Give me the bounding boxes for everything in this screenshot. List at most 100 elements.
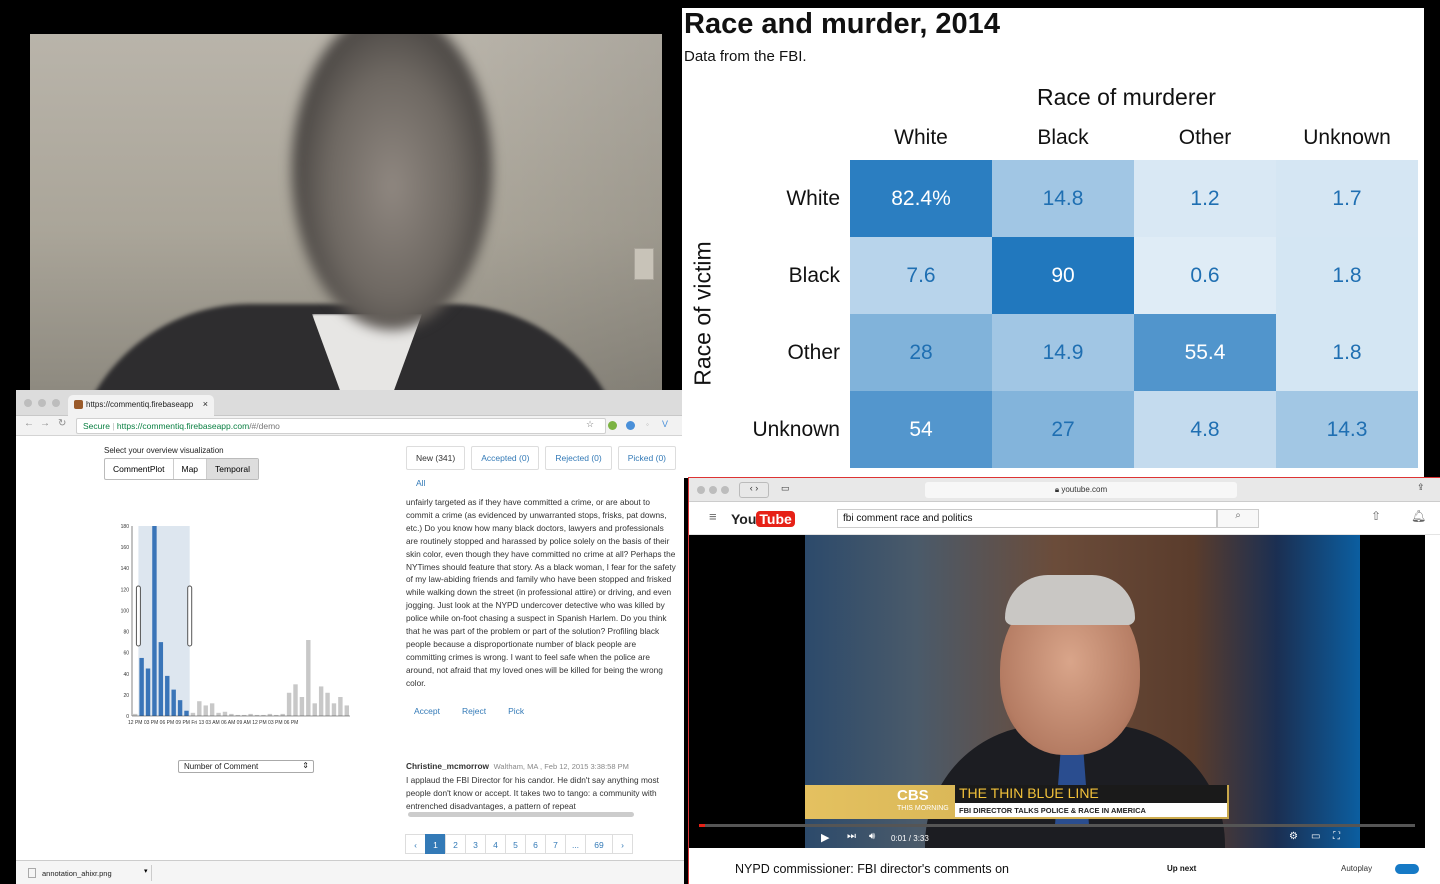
brush-handle[interactable] [187,585,193,647]
notifications-icon[interactable]: 🔔︎ [1411,509,1426,523]
page-4[interactable]: 4 [485,834,506,854]
play-icon[interactable]: ▶ [821,831,829,844]
metric-select[interactable]: Number of Comment ⇕ [178,760,314,773]
heatmap-cell: 82.4% [850,160,992,237]
tab-bar: https://commentiq.firebaseapp × [16,390,684,416]
minimize-dot-icon[interactable] [38,399,46,407]
page-prev[interactable]: ‹ [405,834,426,854]
scrollbar[interactable] [408,812,634,817]
chart-bar [158,642,164,716]
comment-actions: Accept Reject Pick [414,706,524,716]
pick-button[interactable]: Pick [508,706,524,716]
heatmap-cell: 54 [850,391,992,468]
logo-tube: Tube [756,511,795,527]
download-menu-icon[interactable]: ▾ [144,867,148,875]
page-69[interactable]: 69 [585,834,613,854]
page-3[interactable]: 3 [465,834,486,854]
page-1[interactable]: 1 [425,834,446,854]
temporal-chart[interactable]: 02040608010012014016018012 PM 03 PM 06 P… [116,520,356,730]
page-5[interactable]: 5 [505,834,526,854]
tab-close-icon[interactable]: × [203,399,208,409]
chart-bar [286,692,292,716]
column-header: White [894,126,948,149]
row-header: Other [787,341,840,364]
page-7[interactable]: 7 [545,834,566,854]
youtube-logo[interactable]: You Tube [731,511,795,527]
menu-icon[interactable]: ≡ [709,509,717,524]
y-tick-label: 100 [121,608,130,614]
page-ellipsis: ... [565,834,586,854]
fullscreen-icon[interactable]: ⛶ [1333,831,1340,842]
chart-bar [152,526,157,716]
author-comment: I applaud the FBI Director for his cando… [406,774,659,811]
heatmap-cell: 1.8 [1276,314,1418,391]
chart-bar [331,703,337,716]
upload-icon[interactable]: ⇧ [1371,509,1381,523]
viz-button-commentplot[interactable]: CommentPlot [105,459,174,479]
viz-button-map[interactable]: Map [174,459,208,479]
chart-bar [338,697,343,716]
anchor-hair [1005,575,1135,625]
brush-handle[interactable] [135,585,141,647]
author-meta: Waltham, MA , Feb 12, 2015 3:38:58 PM [493,762,629,771]
next-icon[interactable]: ⏭︎ [847,831,856,842]
page-6[interactable]: 6 [525,834,546,854]
tab-accepted[interactable]: Accepted (0) [471,446,540,470]
heatmap-cell: 14.3 [1276,391,1418,468]
y-tick-label: 40 [123,672,129,678]
extension-icon[interactable]: V [662,419,668,429]
tab-new[interactable]: New (341) [406,446,466,470]
theater-icon[interactable]: ▭ [1311,831,1320,842]
tab-rejected[interactable]: Rejected (0) [545,446,612,470]
maximize-dot-icon[interactable] [52,399,60,407]
page-next[interactable]: › [612,834,633,854]
sidebar-icon[interactable]: ▭ [781,483,790,494]
youtube-url-field[interactable]: 🔒︎ youtube.com [925,482,1237,498]
youtube-search-input[interactable]: fbi comment race and politics [837,509,1217,528]
download-item[interactable]: annotation_ahixr.png [24,865,152,881]
bookmark-star-icon[interactable]: ☆ [586,419,594,430]
share-icon[interactable]: ⇪ [1417,482,1425,493]
lower-third-headline: THE THIN BLUE LINE [955,785,1227,803]
page-2[interactable]: 2 [445,834,466,854]
progress-played [699,824,705,827]
reject-button[interactable]: Reject [462,706,486,716]
up-next-label: Up next [1167,864,1197,873]
chart-bar [229,713,234,716]
reload-icon[interactable]: ↻ [58,418,66,429]
progress-bar[interactable] [699,824,1415,827]
youtube-url: youtube.com [1061,485,1108,494]
settings-icon[interactable]: ⚙ [1289,831,1298,842]
maximize-dot-icon[interactable] [721,486,729,494]
browser-tab[interactable]: https://commentiq.firebaseapp × [68,395,214,416]
video-player[interactable]: CBS THIS MORNING THE THIN BLUE LINE FBI … [689,535,1425,848]
filter-all[interactable]: All [416,478,425,488]
close-dot-icon[interactable] [697,486,705,494]
player-controls: ▶ ⏭︎ 🔊︎ 0:01 / 3:33 ⚙ ▭ ⛶ [689,821,1425,848]
row-header: White [786,187,840,210]
back-icon[interactable]: ← [24,418,34,429]
volume-icon[interactable]: 🔊︎ [869,831,875,842]
close-dot-icon[interactable] [24,399,32,407]
forward-icon[interactable]: → [40,418,50,429]
safari-toolbar: ‹ › ▭ 🔒︎ youtube.com ⇪ [689,478,1440,502]
minimize-dot-icon[interactable] [709,486,717,494]
chart-bar [184,710,189,716]
url-field[interactable]: Secure | https://commentiq.firebaseapp.c… [76,418,606,434]
autoplay-toggle[interactable] [1395,864,1419,874]
extension-icon[interactable] [626,421,635,430]
chart-bar [190,712,196,716]
search-button[interactable]: ⌕ [1217,509,1259,528]
row-header: Unknown [752,418,840,441]
download-filename: annotation_ahixr.png [42,869,112,878]
extension-icon[interactable]: ◦ [646,420,649,429]
heatmap-cell: 90 [992,237,1134,314]
back-forward-icon[interactable]: ‹ › [739,482,769,498]
viz-button-temporal[interactable]: Temporal [207,459,259,479]
accept-button[interactable]: Accept [414,706,440,716]
tab-picked[interactable]: Picked (0) [617,446,676,470]
url-host: https://commentiq.firebaseapp.com [116,421,250,431]
extension-icon[interactable] [608,421,617,430]
light-switch [634,248,654,280]
author-name: Christine_mcmorrow [406,761,489,771]
